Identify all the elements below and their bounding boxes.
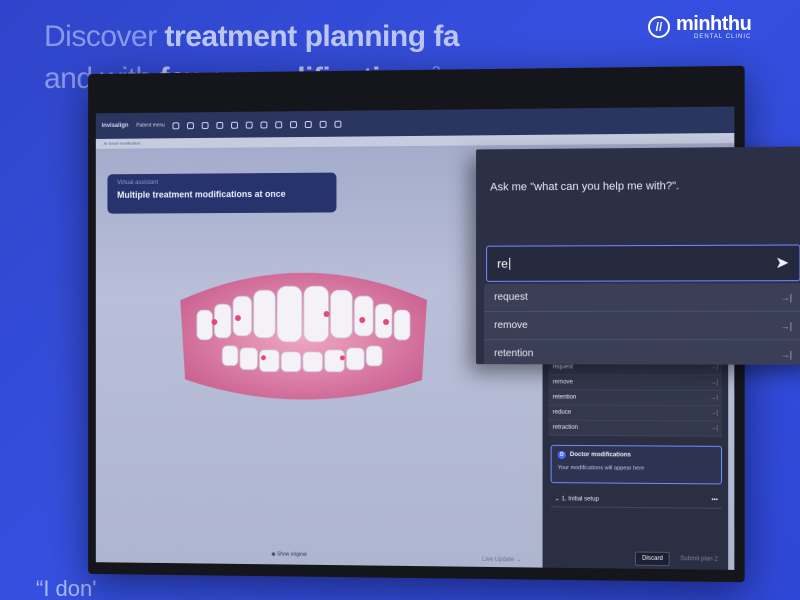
side-suggestion-label: request xyxy=(552,364,573,371)
chevron-down-icon: ⌄ xyxy=(554,496,562,503)
quote-text: “I don' xyxy=(36,576,97,600)
tool-icon xyxy=(201,121,209,129)
toolbar-tool[interactable] xyxy=(304,120,312,128)
doctor-mod-title: Doctor modifications xyxy=(569,452,631,459)
tool-icon xyxy=(216,121,224,129)
headline-line-1-bold: treatment planning fa xyxy=(164,20,460,53)
autocomplete-label: retention xyxy=(494,348,534,360)
side-suggestion[interactable]: retention →| xyxy=(548,390,723,407)
side-footer: Discard Submit plan 2 xyxy=(543,547,729,569)
chevron-down-icon: ⌄ xyxy=(515,557,522,564)
insert-arrow-icon: →| xyxy=(710,425,718,432)
toolbar-tool[interactable] xyxy=(260,120,268,128)
text-caret xyxy=(508,257,510,270)
side-suggestion[interactable]: retraction →| xyxy=(548,420,723,437)
insert-arrow-icon: →| xyxy=(780,348,793,360)
tool-icon xyxy=(275,120,283,128)
toolbar-tool[interactable] xyxy=(231,121,239,129)
banner-title: Multiple treatment modifications at once xyxy=(117,188,286,200)
toolbar-tool[interactable] xyxy=(275,120,283,128)
insert-arrow-icon: →| xyxy=(780,320,793,331)
minhthu-logo: // minhthu DENTAL CLINIC xyxy=(648,13,752,40)
side-suggestion-label: retention xyxy=(552,394,577,401)
chat-input[interactable]: re ➤ xyxy=(486,244,800,282)
more-icon[interactable]: ••• xyxy=(711,497,717,503)
insert-arrow-icon: →| xyxy=(710,395,718,402)
toolbar-tool[interactable] xyxy=(201,121,209,129)
side-suggestion-label: remove xyxy=(552,379,573,386)
patient-menu-button[interactable]: Patient menu xyxy=(136,123,165,129)
autocomplete-option[interactable]: remove →| xyxy=(484,311,800,341)
live-update-label: Live Update xyxy=(482,556,515,564)
insert-arrow-icon: →| xyxy=(780,291,793,303)
app-brand: invisalign xyxy=(101,122,129,130)
tool-icon xyxy=(231,121,239,129)
logo-brand: minhthu xyxy=(676,13,752,35)
tool-icon xyxy=(334,120,342,128)
doctor-mod-body: Your modifications will appear here xyxy=(557,465,645,472)
insert-arrow-icon: →| xyxy=(710,364,718,371)
headline-line-1: Discover treatment planning fa xyxy=(44,18,460,56)
side-suggestion[interactable]: reduce →| xyxy=(548,405,723,422)
headline-line-1-plain: Discover xyxy=(44,20,165,53)
chat-input-value: re xyxy=(497,256,508,271)
monitor: invisalign Patient menu AI Smart modific… xyxy=(88,65,800,583)
toolbar-tool[interactable] xyxy=(319,120,327,128)
tool-icon xyxy=(187,121,195,129)
send-icon[interactable]: ➤ xyxy=(775,253,789,273)
show-original-toggle[interactable]: ◉ Show original xyxy=(271,551,306,557)
assistant-chat-popup: Ask me "what can you help me with?". re … xyxy=(476,146,800,365)
banner-tag: Virtual assistant xyxy=(117,179,159,187)
autocomplete-option[interactable]: request →| xyxy=(484,283,800,312)
side-suggestion-label: retraction xyxy=(552,424,578,431)
autocomplete-dropdown: request →| remove →| retention →| xyxy=(484,283,800,365)
submit-plan-button[interactable]: Submit plan 2 xyxy=(676,553,722,566)
side-suggestion-label: reduce xyxy=(552,409,572,416)
toolbar-tool[interactable] xyxy=(172,121,180,129)
side-panel: request →| remove →| retention →| reduce →| … xyxy=(542,350,729,570)
autocomplete-option[interactable]: retention →| xyxy=(484,340,800,365)
tool-icon xyxy=(304,120,312,128)
setup-label: 1. Initial setup xyxy=(561,496,600,503)
dental-3d-model[interactable] xyxy=(175,260,432,410)
toolbar-tool[interactable] xyxy=(216,121,224,129)
chat-prompt: Ask me "what can you help me with?". xyxy=(490,180,680,194)
doctor-modifications-card[interactable]: D Doctor modifications Your modifications… xyxy=(550,444,723,485)
autocomplete-label: remove xyxy=(494,319,528,332)
tool-icon xyxy=(290,120,298,128)
insert-arrow-icon: →| xyxy=(710,379,718,386)
side-suggestion-list: request →| remove →| retention →| reduce →| … xyxy=(548,360,723,437)
insert-arrow-icon: →| xyxy=(710,410,718,417)
discard-button[interactable]: Discard xyxy=(634,551,670,567)
toolbar-tool[interactable] xyxy=(290,120,298,128)
tool-icon xyxy=(245,121,253,129)
toolbar-tool[interactable] xyxy=(187,121,195,129)
show-original-label: Show original xyxy=(276,551,307,558)
assistant-banner: Virtual assistant Multiple treatment mod… xyxy=(107,172,337,214)
toolbar-tool[interactable] xyxy=(334,120,342,128)
tool-icon xyxy=(319,120,327,128)
tool-icon xyxy=(260,120,268,128)
toolbar-tool[interactable] xyxy=(245,121,253,129)
side-suggestion[interactable]: remove →| xyxy=(548,375,723,392)
initial-setup-row[interactable]: ⌄ 1. Initial setup ••• xyxy=(550,491,723,509)
tooth-logo-icon: // xyxy=(648,16,670,38)
tool-icon xyxy=(172,121,180,129)
live-update-button[interactable]: Live Update ⌄ xyxy=(482,556,521,563)
autocomplete-label: request xyxy=(494,291,528,303)
doctor-icon: D xyxy=(557,450,566,460)
